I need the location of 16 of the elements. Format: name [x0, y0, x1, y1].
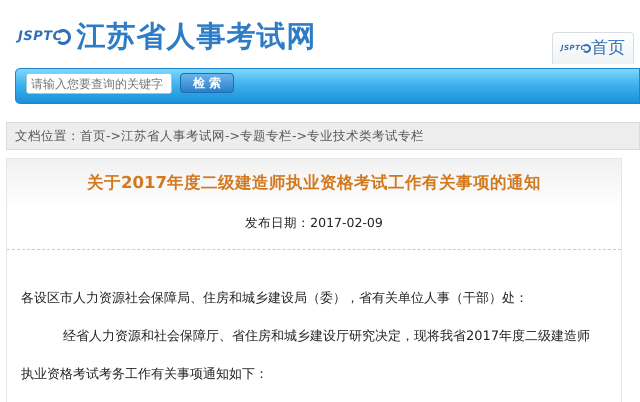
- breadcrumb-link[interactable]: 江苏省人事考试网: [120, 126, 225, 146]
- breadcrumb-separator: ->: [292, 126, 307, 145]
- logo-mark: JSPTC: [18, 26, 71, 46]
- breadcrumb-link[interactable]: 专题专栏: [240, 126, 292, 146]
- article-title: 关于2017年度二级建造师执业资格考试工作有关事项的通知: [87, 172, 541, 194]
- date-label: 发布日期：: [245, 214, 310, 232]
- breadcrumb-separator: ->: [224, 126, 240, 145]
- breadcrumb-link[interactable]: 首页: [80, 126, 106, 146]
- publish-date: 2017-02-09: [310, 214, 383, 232]
- breadcrumb-separator: ->: [106, 126, 121, 145]
- breadcrumb-link[interactable]: 专业技术类考试专栏: [306, 126, 424, 146]
- body-paragraph: 各设区市人力资源社会保障局、住房和城乡建设局（委），省有关单位人事（干部）处：: [20, 290, 529, 308]
- search-field[interactable]: 请输入您要查询的关键字: [26, 73, 172, 94]
- body-paragraph: 经省人力资源和社会保障厅、省住房和城乡建设厅研究决定，现将我省2017年度二级建造师 执业资格考试考务工作有关事项通知如下：: [20, 328, 592, 384]
- site-title: 江苏省人事考试网: [76, 22, 317, 51]
- breadcrumb-label: 文档位置：: [15, 126, 80, 145]
